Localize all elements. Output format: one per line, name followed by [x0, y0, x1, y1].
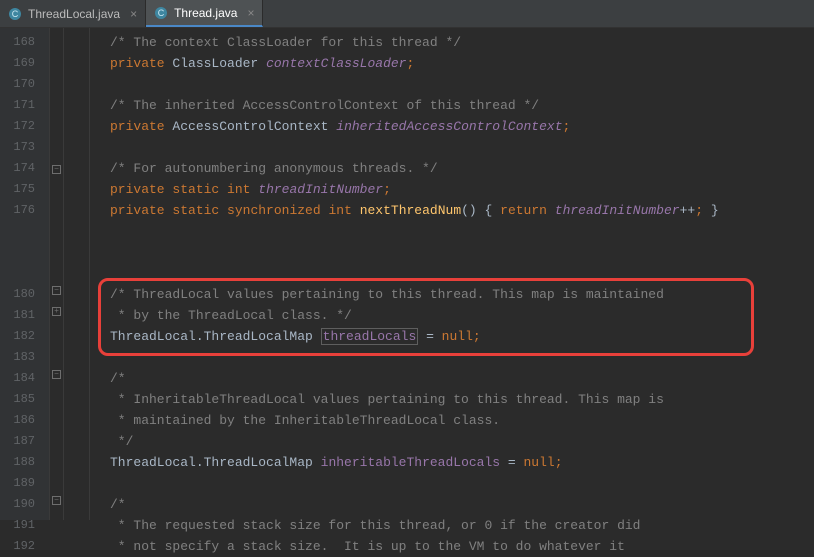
- line-number: [0, 221, 49, 242]
- tab-bar: C ThreadLocal.java × C Thread.java ×: [0, 0, 814, 28]
- line-number: 181: [0, 305, 49, 326]
- close-icon[interactable]: ×: [130, 7, 137, 21]
- svg-text:C: C: [158, 8, 165, 18]
- code-line: /* For autonumbering anonymous threads. …: [90, 158, 814, 179]
- code-line: /*: [90, 368, 814, 389]
- fold-column: − − + − −: [50, 28, 64, 520]
- line-number: 185: [0, 389, 49, 410]
- code-line: * not specify a stack size. It is up to …: [90, 536, 814, 557]
- line-number: 184: [0, 368, 49, 389]
- code-line: private static int threadInitNumber;: [90, 179, 814, 200]
- code-line: /* ThreadLocal values pertaining to this…: [90, 284, 814, 305]
- code-line: ThreadLocal.ThreadLocalMap inheritableTh…: [90, 452, 814, 473]
- line-number: 176: [0, 200, 49, 221]
- line-number: 168: [0, 32, 49, 53]
- code-content[interactable]: /* The context ClassLoader for this thre…: [90, 28, 814, 520]
- java-class-icon: C: [8, 7, 22, 21]
- code-line: [90, 242, 814, 263]
- fold-toggle-icon[interactable]: −: [52, 370, 61, 379]
- code-line: [90, 74, 814, 95]
- line-number: 174: [0, 158, 49, 179]
- line-number: 188: [0, 452, 49, 473]
- code-line: * The requested stack size for this thre…: [90, 515, 814, 536]
- tab-threadlocal[interactable]: C ThreadLocal.java ×: [0, 0, 146, 27]
- code-line: * InheritableThreadLocal values pertaini…: [90, 389, 814, 410]
- line-number: 171: [0, 95, 49, 116]
- line-number: [0, 263, 49, 284]
- indent-guide: [64, 28, 90, 520]
- close-icon[interactable]: ×: [247, 6, 254, 20]
- line-number: 170: [0, 74, 49, 95]
- code-line: * maintained by the InheritableThreadLoc…: [90, 410, 814, 431]
- line-number: 186: [0, 410, 49, 431]
- tab-label: Thread.java: [174, 6, 237, 20]
- line-number: 189: [0, 473, 49, 494]
- line-number: 169: [0, 53, 49, 74]
- code-line: /* The context ClassLoader for this thre…: [90, 32, 814, 53]
- code-line: [90, 473, 814, 494]
- code-line: [90, 221, 814, 242]
- code-line: private static synchronized int nextThre…: [90, 200, 814, 221]
- fold-toggle-icon[interactable]: −: [52, 165, 61, 174]
- code-line: [90, 137, 814, 158]
- code-line: private AccessControlContext inheritedAc…: [90, 116, 814, 137]
- code-line: [90, 263, 814, 284]
- line-number: 173: [0, 137, 49, 158]
- code-line: ThreadLocal.ThreadLocalMap threadLocals …: [90, 326, 814, 347]
- line-number: 192: [0, 536, 49, 557]
- code-line: [90, 347, 814, 368]
- fold-toggle-icon[interactable]: −: [52, 496, 61, 505]
- tab-label: ThreadLocal.java: [28, 7, 120, 21]
- svg-text:C: C: [12, 9, 19, 19]
- java-class-icon: C: [154, 6, 168, 20]
- code-line: * by the ThreadLocal class. */: [90, 305, 814, 326]
- line-number: 180: [0, 284, 49, 305]
- line-number: 172: [0, 116, 49, 137]
- line-number: 175: [0, 179, 49, 200]
- fold-toggle-icon[interactable]: +: [52, 307, 61, 316]
- line-number: 187: [0, 431, 49, 452]
- tab-thread[interactable]: C Thread.java ×: [146, 0, 263, 27]
- line-number: [0, 242, 49, 263]
- code-line: private ClassLoader contextClassLoader;: [90, 53, 814, 74]
- code-line: */: [90, 431, 814, 452]
- line-number: 190: [0, 494, 49, 515]
- fold-toggle-icon[interactable]: −: [52, 286, 61, 295]
- code-line: /* The inherited AccessControlContext of…: [90, 95, 814, 116]
- line-number-gutter: 1681691701711721731741751761801811821831…: [0, 28, 50, 520]
- line-number: 182: [0, 326, 49, 347]
- code-line: /*: [90, 494, 814, 515]
- editor-area[interactable]: 1681691701711721731741751761801811821831…: [0, 28, 814, 520]
- line-number: 191: [0, 515, 49, 536]
- line-number: 183: [0, 347, 49, 368]
